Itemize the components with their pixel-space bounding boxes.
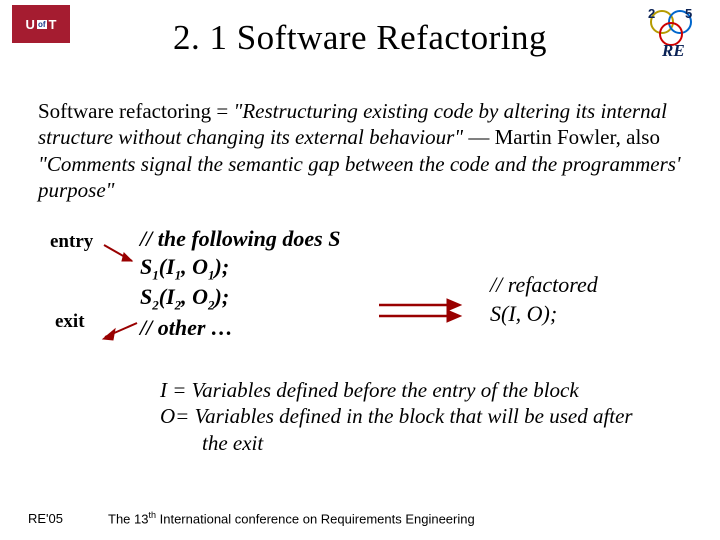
code-line-4: // other … (140, 314, 340, 342)
re2005-logo: 2 5 RE (642, 0, 712, 60)
logo-of: of (37, 20, 47, 29)
refactor-arrow-icon (375, 296, 470, 326)
logo-t: T (49, 17, 57, 32)
slide-title: 2. 1 Software Refactoring (0, 0, 720, 58)
footer-conf-long: The 13th International conference on Req… (108, 510, 475, 526)
slide-footer: RE'05 The 13th International conference … (28, 510, 700, 526)
code-line-1: // the following does S (140, 225, 340, 253)
code-line-2: S1(I1, O1); (140, 253, 340, 284)
exit-label: exit (55, 311, 85, 333)
uoft-logo: UofT (12, 5, 70, 43)
exit-arrow-icon (95, 319, 140, 347)
definition-paragraph: Software refactoring = "Restructuring ex… (0, 58, 720, 203)
entry-arrow-icon (102, 241, 142, 269)
def-lead: Software refactoring = (38, 99, 234, 123)
entry-label: entry (50, 231, 93, 253)
def-quote2: "Comments signal the semantic gap betwee… (38, 152, 680, 202)
def-attrib: ― Martin Fowler, also (463, 125, 660, 149)
refactored-line-2: S(I, O); (490, 300, 598, 329)
footer-conf-short: RE'05 (28, 511, 63, 526)
code-line-3: S2(I2, O2); (140, 283, 340, 314)
refactored-code-block: // refactored S(I, O); (490, 271, 598, 328)
legend: I = Variables defined before the entry o… (0, 377, 720, 456)
svg-text:RE: RE (661, 41, 685, 60)
code-diagram: entry exit // the following does S S1(I1… (0, 221, 720, 371)
logo-u: U (26, 17, 35, 32)
legend-line-i: I = Variables defined before the entry o… (102, 377, 690, 403)
legend-line-o: O= Variables defined in the block that w… (102, 403, 690, 456)
svg-text:5: 5 (685, 6, 692, 21)
svg-text:2: 2 (648, 6, 655, 21)
refactored-line-1: // refactored (490, 271, 598, 300)
original-code-block: // the following does S S1(I1, O1); S2(I… (140, 225, 340, 341)
